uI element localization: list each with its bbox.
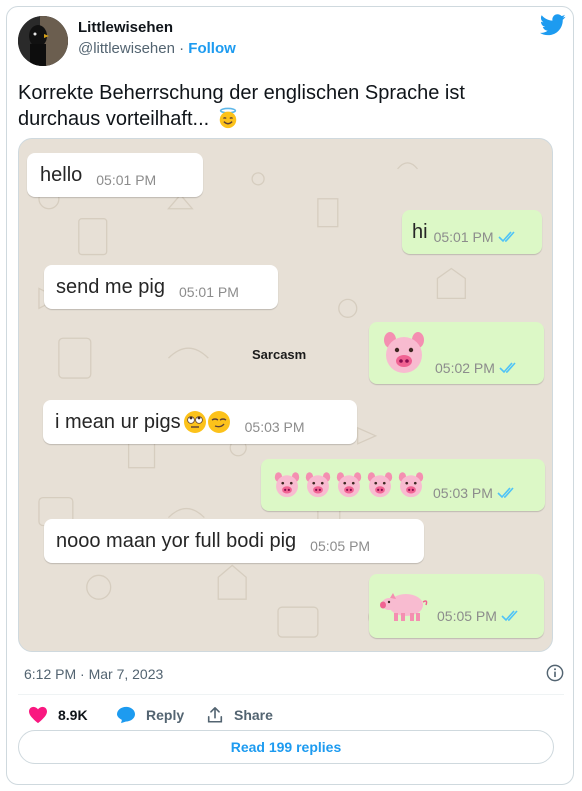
share-icon (207, 706, 223, 723)
read-ticks-icon (497, 231, 515, 243)
message-text: hi (412, 220, 428, 243)
message-text: nooo maan yor full bodi pig (56, 529, 297, 552)
chat-screenshot-image[interactable]: hello 05:01 PM hi 05:01 PM send me pig 0… (18, 138, 553, 652)
message-text: send me pig (56, 275, 165, 298)
chat-message-outgoing: 05:03 PM (261, 459, 545, 511)
message-time: 05:03 PM (433, 485, 493, 501)
avatar[interactable] (18, 16, 68, 66)
read-ticks-icon (497, 487, 514, 499)
pig-face-icon (367, 472, 393, 498)
share-label: Share (234, 707, 273, 723)
chat-message-incoming: i mean ur pigs 05:03 PM (43, 400, 357, 444)
message-time: 05:05 PM (437, 608, 497, 624)
pig-face-icon (384, 332, 424, 373)
share-button[interactable]: Share (206, 706, 273, 724)
smirking-face-icon (207, 411, 230, 433)
tweet-timestamp[interactable]: 6:12 PM · Mar 7, 2023 (24, 666, 163, 682)
message-time: 05:01 PM (96, 172, 157, 188)
author-handle-line: @littlewisehen · Follow (78, 40, 236, 57)
pig-icon (380, 593, 428, 621)
chat-message-incoming: hello 05:01 PM (27, 153, 203, 197)
message-time: 05:05 PM (310, 538, 371, 554)
pig-face-icon (336, 472, 362, 498)
like-count: 8.9K (58, 707, 88, 723)
message-text: hello (40, 163, 83, 186)
author-handle[interactable]: @littlewisehen (78, 40, 175, 57)
read-ticks-icon (499, 362, 516, 374)
divider (18, 694, 564, 695)
read-ticks-icon (501, 610, 518, 622)
message-time: 05:02 PM (435, 360, 495, 376)
message-text: i mean ur pigs (55, 410, 181, 433)
sarcasm-caption: Sarcasm (252, 347, 307, 362)
tweet-body: Korrekte Beherrschung der englischen Spr… (18, 82, 465, 130)
chat-message-incoming: nooo maan yor full bodi pig 05:05 PM (44, 519, 424, 563)
read-replies-button[interactable]: Read 199 replies (18, 730, 554, 764)
reply-bubble-icon (117, 706, 135, 724)
message-time: 05:01 PM (178, 284, 239, 300)
rolling-eyes-icon (183, 411, 206, 433)
twitter-bird-icon[interactable] (540, 14, 566, 36)
pig-face-icon (274, 472, 300, 498)
message-time: 05:01 PM (433, 229, 494, 245)
chat-message-incoming: send me pig 05:01 PM (44, 265, 278, 309)
heart-icon (29, 706, 47, 724)
tweet-text: Korrekte Beherrschung der englischen Spr… (18, 80, 538, 132)
handle-separator: · (174, 40, 189, 57)
info-icon[interactable] (546, 664, 564, 682)
like-button[interactable]: 8.9K (28, 706, 88, 724)
follow-button[interactable]: Follow (188, 40, 236, 57)
chat-message-outgoing: 05:02 PM (369, 322, 544, 384)
pig-face-icon (398, 472, 424, 498)
message-time: 05:03 PM (244, 419, 305, 435)
pig-face-icon (305, 472, 331, 498)
author-name[interactable]: Littlewisehen (78, 19, 173, 36)
reply-button[interactable]: Reply (116, 706, 184, 724)
chat-message-outgoing: 05:05 PM (369, 574, 544, 638)
chat-message-outgoing: hi 05:01 PM (402, 210, 542, 254)
smiling-face-with-halo-icon (219, 107, 237, 129)
reply-label: Reply (146, 707, 185, 723)
pig-face-icon-row (273, 471, 425, 499)
